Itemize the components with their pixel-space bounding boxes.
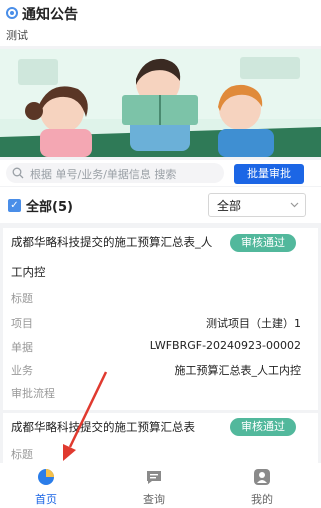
status-filter-select[interactable]: 全部 xyxy=(208,193,306,217)
all-count-label: 全部(5) xyxy=(26,200,73,215)
tab-label: 首页 xyxy=(35,493,57,506)
notice-icon xyxy=(6,7,18,19)
select-all-checkbox[interactable]: ✓ xyxy=(8,199,21,212)
notice-header: 通知公告 测试 xyxy=(0,0,321,46)
chat-bubble-icon xyxy=(147,471,161,484)
row-label-business: 业务 xyxy=(11,364,33,377)
pie-chart-icon xyxy=(38,469,54,485)
batch-approve-button[interactable]: 批量审批 xyxy=(234,164,304,184)
status-badge: 审核通过 xyxy=(230,234,296,252)
approval-card[interactable]: 成都华略科技提交的施工预算汇总表 审核通过 标题 xyxy=(3,413,318,463)
tab-query[interactable]: 查询 xyxy=(119,463,189,508)
row-label-title: 标题 xyxy=(11,292,33,305)
filter-bar: ✓ 全部(5) 全部 xyxy=(0,187,321,223)
card-title: 成都华略科技提交的施工预算汇总表_人 xyxy=(11,235,213,249)
search-icon xyxy=(12,167,24,179)
tab-mine[interactable]: 我的 xyxy=(227,463,297,508)
status-filter-value: 全部 xyxy=(217,199,242,213)
banner-image xyxy=(0,49,321,157)
row-value-document: LWFBRGF-20240923-00002 xyxy=(149,339,301,352)
notice-title: 通知公告 xyxy=(22,7,78,23)
row-value-project: 测试项目（土建）1 xyxy=(206,317,301,330)
card-title: 成都华略科技提交的施工预算汇总表 xyxy=(11,420,195,434)
notice-subtitle[interactable]: 测试 xyxy=(6,27,28,43)
search-input[interactable]: 根据 单号/业务/单据信息 搜索 xyxy=(6,163,224,183)
card-title-cont: 工内控 xyxy=(11,265,46,279)
search-placeholder: 根据 单号/业务/单据信息 搜索 xyxy=(30,168,177,181)
user-icon xyxy=(254,469,270,485)
tab-label: 我的 xyxy=(251,493,273,506)
row-label-document: 单据 xyxy=(11,341,33,354)
status-badge: 审核通过 xyxy=(230,418,296,436)
tab-home[interactable]: 首页 xyxy=(11,463,81,508)
chevron-down-icon xyxy=(290,202,299,208)
search-bar: 根据 单号/业务/单据信息 搜索 批量审批 xyxy=(0,160,321,186)
approval-card[interactable]: 成都华略科技提交的施工预算汇总表_人 工内控 审核通过 标题 项目 测试项目（土… xyxy=(3,228,318,410)
row-label-workflow: 审批流程 xyxy=(11,387,55,400)
tab-label: 查询 xyxy=(143,493,165,506)
bottom-tab-bar: 首页 查询 我的 xyxy=(0,463,321,508)
row-label-project: 项目 xyxy=(11,317,33,330)
row-label-title: 标题 xyxy=(11,448,33,461)
row-value-business: 施工预算汇总表_人工内控 xyxy=(174,364,302,377)
